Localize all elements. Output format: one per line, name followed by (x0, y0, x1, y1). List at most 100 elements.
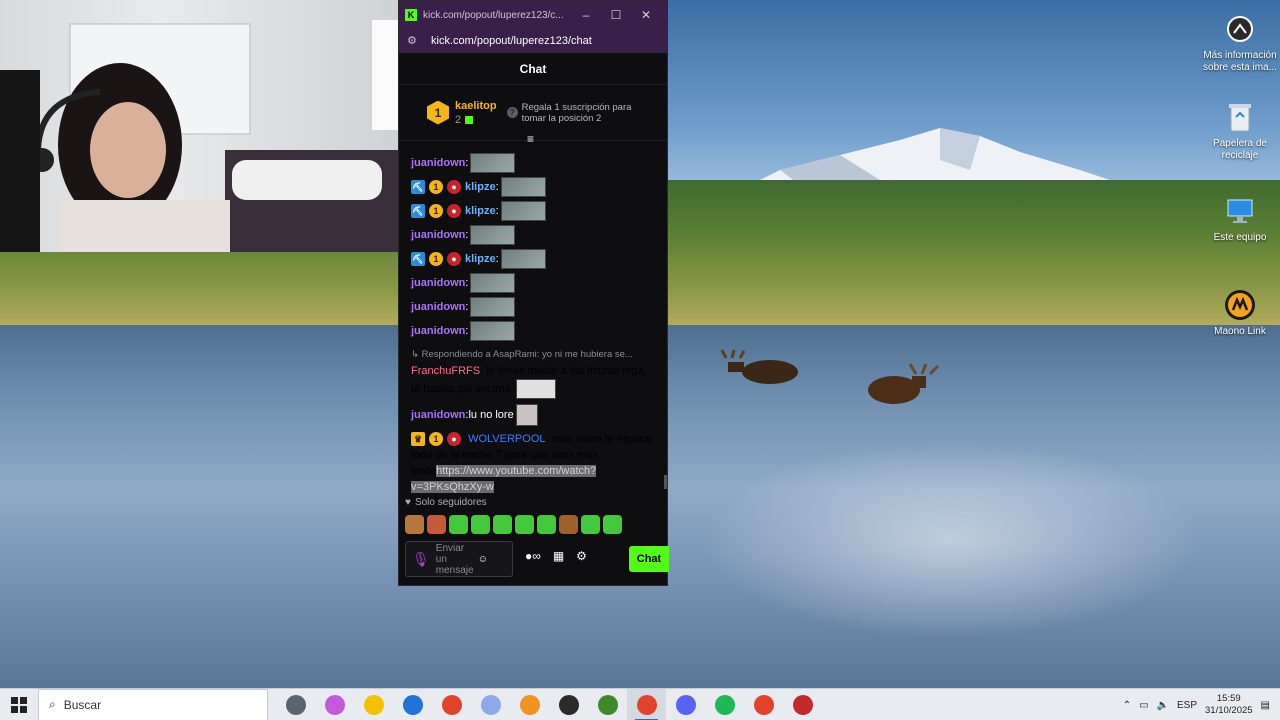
clock-time: 15:59 (1216, 693, 1241, 704)
chat-message: juanidown: lu no lore (411, 403, 655, 427)
gifter-badge-icon: ● (447, 432, 461, 446)
sun-app-icon (519, 694, 540, 715)
chat-username[interactable]: klipze (465, 179, 496, 195)
chat-username[interactable]: juanidown (411, 155, 465, 171)
sub-badge-icon: 1 (429, 180, 443, 194)
kick-logo-icon: K (405, 9, 417, 21)
chat-username[interactable]: juanidown (411, 407, 465, 423)
tray-overflow-icon[interactable]: ⌃ (1123, 700, 1131, 711)
chat-message: juanidown: (411, 271, 655, 295)
camera-info-icon (1223, 12, 1257, 46)
reply-context[interactable]: ↳ Respondiendo a AsapRami: yo ni me hubi… (411, 349, 655, 363)
taskbar-app-store[interactable] (393, 689, 432, 720)
chat-username[interactable]: juanidown (411, 323, 465, 339)
chat-username[interactable]: juanidown (411, 227, 465, 243)
quick-emote-4[interactable] (493, 515, 512, 534)
chat-emote (500, 201, 546, 221)
taskbar-app-copilot[interactable] (315, 689, 354, 720)
desktop-icon-recycle-bin[interactable]: Papelera de reciclaje (1198, 100, 1280, 162)
chat-message: ♛ 1 ● WOLVERPOOL: este video te explica to… (411, 432, 652, 493)
chat-scrollbar[interactable] (664, 475, 667, 489)
desktop-icon-label: Papelera de reciclaje (1213, 138, 1267, 161)
chat-username[interactable]: klipze (465, 203, 496, 219)
kicks-icon[interactable]: ●∞ (525, 549, 541, 563)
store-icon (402, 694, 423, 715)
chat-message: ⛏ 1 ● klipze: (411, 199, 655, 223)
quick-emote-8[interactable] (581, 515, 600, 534)
maximize-button[interactable]: ☐ (601, 8, 631, 22)
chat-message: ⛏ 1 ● klipze: (411, 247, 655, 271)
taskbar-app-obs[interactable] (549, 689, 588, 720)
maono-link-icon (1223, 288, 1257, 322)
quick-emote-7[interactable] (559, 515, 578, 534)
taskbar-app-spotify[interactable] (705, 689, 744, 720)
leader-username[interactable]: kaelitop (455, 100, 497, 112)
send-chat-button[interactable]: Chat (629, 546, 669, 572)
filter-icon[interactable]: ≡ (527, 132, 534, 146)
window-titlebar[interactable]: K kick.com/popout/luperez123/c... – ☐ ✕ (399, 1, 667, 29)
taskbar-app-minecraft[interactable] (588, 689, 627, 720)
taskbar-apps (276, 688, 822, 720)
clock-date: 31/10/2025 (1205, 705, 1253, 716)
search-icon: ⌕ (49, 697, 56, 711)
taskbar-app-chrome-3[interactable] (744, 689, 783, 720)
quick-emote-2[interactable] (449, 515, 468, 534)
desktop-icon-image-info[interactable]: Más información sobre esta ima... (1198, 12, 1280, 74)
chrome-2-icon (636, 694, 657, 715)
chat-message: juanidown: (411, 151, 655, 175)
leaderboard-hint: ? Regala 1 suscripción para tomar la pos… (506, 102, 647, 124)
start-button[interactable] (0, 689, 38, 720)
taskbar-search[interactable]: ⌕ Buscar (38, 688, 268, 720)
desktop-icon-maono-link[interactable]: Maono Link (1198, 288, 1280, 338)
quick-emote-1[interactable] (427, 515, 446, 534)
chat-emote (500, 177, 546, 197)
quick-emote-5[interactable] (515, 515, 534, 534)
minimize-button[interactable]: – (571, 8, 601, 22)
taskbar-app-discord[interactable] (666, 689, 705, 720)
chat-username[interactable]: WOLVERPOOL (468, 433, 545, 445)
reply-text: Respondiendo a AsapRami: yo ni me hubier… (421, 349, 633, 360)
emote-picker-icon[interactable]: ☺ (478, 554, 488, 565)
gifter-badge-icon: ● (447, 252, 461, 266)
chat-emote (470, 321, 516, 341)
gift-icon (465, 115, 474, 124)
volume-icon[interactable]: 🔈 (1157, 700, 1169, 711)
message-text: lu no lore (468, 409, 514, 421)
chat-username[interactable]: klipze (465, 251, 496, 267)
quick-emote-9[interactable] (603, 515, 622, 534)
close-button[interactable]: ✕ (631, 8, 661, 22)
store-icon[interactable]: ▦ (553, 549, 564, 563)
message-link[interactable]: https://www.youtube.com/watch?v=3PKsQhzX… (411, 465, 597, 493)
taskbar-app-task-view[interactable] (276, 689, 315, 720)
site-settings-icon[interactable]: ⚙ (407, 34, 421, 47)
language-indicator[interactable]: ESP (1177, 700, 1197, 711)
quick-emote-6[interactable] (537, 515, 556, 534)
microphone-icon[interactable]: 🎙 (412, 551, 430, 568)
network-icon[interactable]: ▭ (1139, 700, 1148, 711)
moose-left (720, 349, 798, 384)
gift-leaderboard[interactable]: 1 kaelitop 2 ? Regala 1 suscripción para… (399, 85, 667, 146)
taskbar-app-chrome[interactable] (432, 689, 471, 720)
pickaxe-badge-icon: ⛏ (411, 204, 425, 218)
quick-emote-3[interactable] (471, 515, 490, 534)
chat-username[interactable]: juanidown (411, 299, 465, 315)
clock[interactable]: 15:59 31/10/2025 (1205, 693, 1253, 717)
webcam-overlay (0, 0, 398, 252)
taskbar-app-file-explorer[interactable] (354, 689, 393, 720)
kick-chat-window: K kick.com/popout/luperez123/c... – ☐ ✕ … (398, 0, 669, 586)
quick-emote-0[interactable] (405, 515, 424, 534)
address-bar[interactable]: ⚙ kick.com/popout/luperez123/chat (399, 29, 667, 53)
taskbar-app-chrome-2[interactable] (627, 688, 666, 720)
taskbar-app-sun-app[interactable] (510, 689, 549, 720)
settings-icon[interactable]: ⚙ (576, 549, 587, 563)
notifications-icon[interactable]: ▤ (1261, 700, 1270, 711)
desktop-icon-label: Más información sobre esta ima... (1203, 50, 1277, 73)
chat-username[interactable]: juanidown (411, 275, 465, 291)
word-icon (480, 694, 501, 715)
input-placeholder: Enviar un mensaje (435, 542, 474, 576)
taskbar-app-app-red[interactable] (783, 689, 822, 720)
taskbar-app-word[interactable] (471, 689, 510, 720)
chat-username[interactable]: FranchuFRFS (411, 365, 480, 377)
message-input[interactable]: 🎙 Enviar un mensaje ☺ (405, 541, 513, 577)
desktop-icon-this-pc[interactable]: Este equipo (1198, 194, 1280, 244)
